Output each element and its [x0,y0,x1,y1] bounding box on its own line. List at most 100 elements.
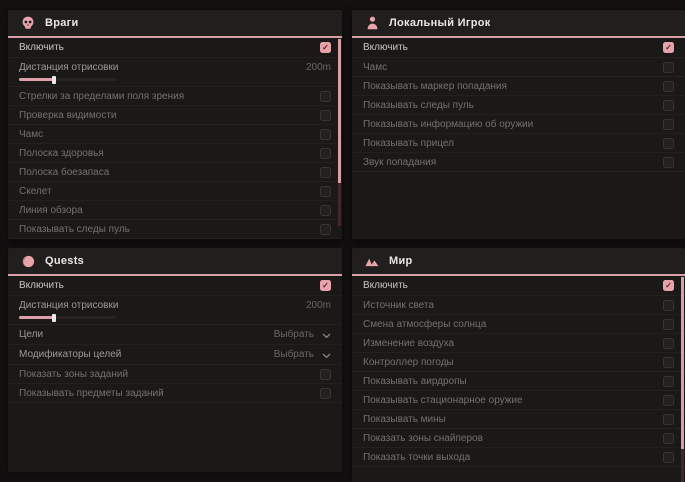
quest-circle-icon [21,254,35,268]
checkbox[interactable]: ✓ [663,138,674,149]
checkbox[interactable]: ✓ [663,119,674,130]
slider-fill [19,316,54,319]
setting-label: Смена атмосферы солнца [363,319,486,330]
checkbox[interactable]: ✓ [663,357,674,368]
setting-label: Показать точки выхода [363,452,470,463]
checkbox[interactable]: ✓ [663,100,674,111]
row-sun-atmosphere[interactable]: Смена атмосферы солнца ✓ [352,315,685,334]
setting-label: Показывать следы пуль [363,100,474,111]
setting-label: Проверка видимости [19,110,117,121]
checkbox[interactable]: ✓ [663,319,674,330]
checkbox[interactable]: ✓ [663,452,674,463]
checkbox[interactable]: ✓ [320,91,331,102]
checkbox[interactable]: ✓ [663,433,674,444]
row-visibility-check[interactable]: Проверка видимости ✓ [8,106,342,125]
row-air-change[interactable]: Изменение воздуха ✓ [352,334,685,353]
checkbox[interactable]: ✓ [663,157,674,168]
setting-label: Показывать стационарное оружие [363,395,523,406]
row-health-bar[interactable]: Полоска здоровья ✓ [8,144,342,163]
panel-title: Мир [389,255,413,267]
setting-label: Включить [19,280,64,291]
row-chams[interactable]: Чамс ✓ [352,58,685,77]
row-crosshair[interactable]: Показывать прицел ✓ [352,134,685,153]
panel-quests-header[interactable]: Quests [8,248,342,276]
checkbox[interactable]: ✓ [320,110,331,121]
row-enable[interactable]: Включить ✓ [352,38,685,58]
slider-handle[interactable] [52,76,56,84]
row-weapon-info[interactable]: Показывать информацию об оружии ✓ [352,115,685,134]
checkbox[interactable]: ✓ [663,280,674,291]
setting-label: Показать зоны снайперов [363,433,483,444]
target-modifiers-dropdown[interactable]: Выбрать [274,346,331,364]
row-enable[interactable]: Включить ✓ [8,38,342,58]
panel-local-player: Локальный Игрок Включить ✓ Чамс ✓ Показы… [352,10,685,239]
checkbox[interactable]: ✓ [320,369,331,380]
checkbox[interactable]: ✓ [320,167,331,178]
checkbox[interactable]: ✓ [663,414,674,425]
panel-local-player-header[interactable]: Локальный Игрок [352,10,685,38]
row-hit-sound[interactable]: Звук попадания ✓ [352,153,685,172]
row-target-modifiers[interactable]: Модификаторы целей Выбрать [8,345,342,365]
panel-world-body: Включить ✓ Источник света ✓ Смена атмосф… [352,276,685,482]
checkbox[interactable]: ✓ [320,205,331,216]
person-icon [365,16,379,30]
row-mines[interactable]: Показывать мины ✓ [352,410,685,429]
dropdown-value: Выбрать [274,349,314,360]
panel-quests-body: Включить ✓ Дистанция отрисовки 200m Цели… [8,276,342,472]
panel-world: Мир Включить ✓ Источник света ✓ Смена ат… [352,248,685,482]
checkbox[interactable]: ✓ [320,186,331,197]
row-stationary-weapons[interactable]: Показывать стационарное оружие ✓ [352,391,685,410]
checkbox[interactable]: ✓ [320,280,331,291]
chevron-down-icon [322,326,331,344]
row-quest-zones[interactable]: Показать зоны заданий ✓ [8,365,342,384]
row-quest-items[interactable]: Показывать предметы заданий ✓ [8,384,342,403]
panel-enemies-header[interactable]: Враги [8,10,342,38]
row-weather-controller[interactable]: Контроллер погоды ✓ [352,353,685,372]
checkbox[interactable]: ✓ [320,224,331,235]
checkbox[interactable]: ✓ [320,388,331,399]
slider-value: 200m [306,300,331,311]
row-line-of-sight[interactable]: Линия обзора ✓ [8,201,342,220]
checkbox[interactable]: ✓ [320,148,331,159]
row-airdrops[interactable]: Показывать аирдропы ✓ [352,372,685,391]
slider-handle[interactable] [52,314,56,322]
row-sniper-zones[interactable]: Показать зоны снайперов ✓ [352,429,685,448]
scrollbar-thumb[interactable] [338,39,341,183]
row-exit-points[interactable]: Показать точки выхода ✓ [352,448,685,467]
row-chams[interactable]: Чамс ✓ [8,125,342,144]
setting-label: Показывать прицел [363,138,454,149]
checkbox[interactable]: ✓ [663,338,674,349]
row-ammo-bar[interactable]: Полоска боезапаса ✓ [8,163,342,182]
checkbox[interactable]: ✓ [663,62,674,73]
row-light-source[interactable]: Источник света ✓ [352,296,685,315]
render-distance-slider[interactable] [19,316,116,319]
row-enable[interactable]: Включить ✓ [8,276,342,296]
cheat-menu-screen: { "accent_color": "#e8a2a9", "header_lin… [0,0,685,482]
checkbox[interactable]: ✓ [663,395,674,406]
setting-label: Показывать следы пуль [19,224,130,235]
scrollbar[interactable] [338,39,341,226]
checkbox[interactable]: ✓ [663,300,674,311]
row-enable[interactable]: Включить ✓ [352,276,685,296]
render-distance-slider[interactable] [19,78,116,81]
row-bullet-tracers[interactable]: Показывать следы пуль ✓ [8,220,342,239]
checkbox[interactable]: ✓ [320,42,331,53]
panel-world-header[interactable]: Мир [352,248,685,276]
row-skeleton[interactable]: Скелет ✓ [8,182,342,201]
setting-label: Показывать предметы заданий [19,388,164,399]
checkbox[interactable]: ✓ [320,129,331,140]
panel-enemies-body: Включить ✓ Дистанция отрисовки 200m Стре… [8,38,342,239]
panel-local-player-body: Включить ✓ Чамс ✓ Показывать маркер попа… [352,38,685,239]
checkbox[interactable]: ✓ [663,81,674,92]
row-offscreen-arrows[interactable]: Стрелки за пределами поля зрения ✓ [8,87,342,106]
scrollbar[interactable] [681,277,684,482]
dropdown-value: Выбрать [274,329,314,340]
targets-dropdown[interactable]: Выбрать [274,326,331,344]
slider-fill [19,78,54,81]
scrollbar-thumb[interactable] [681,277,684,449]
row-targets[interactable]: Цели Выбрать [8,325,342,345]
row-bullet-tracers[interactable]: Показывать следы пуль ✓ [352,96,685,115]
checkbox[interactable]: ✓ [663,376,674,387]
row-hit-marker[interactable]: Показывать маркер попадания ✓ [352,77,685,96]
checkbox[interactable]: ✓ [663,42,674,53]
